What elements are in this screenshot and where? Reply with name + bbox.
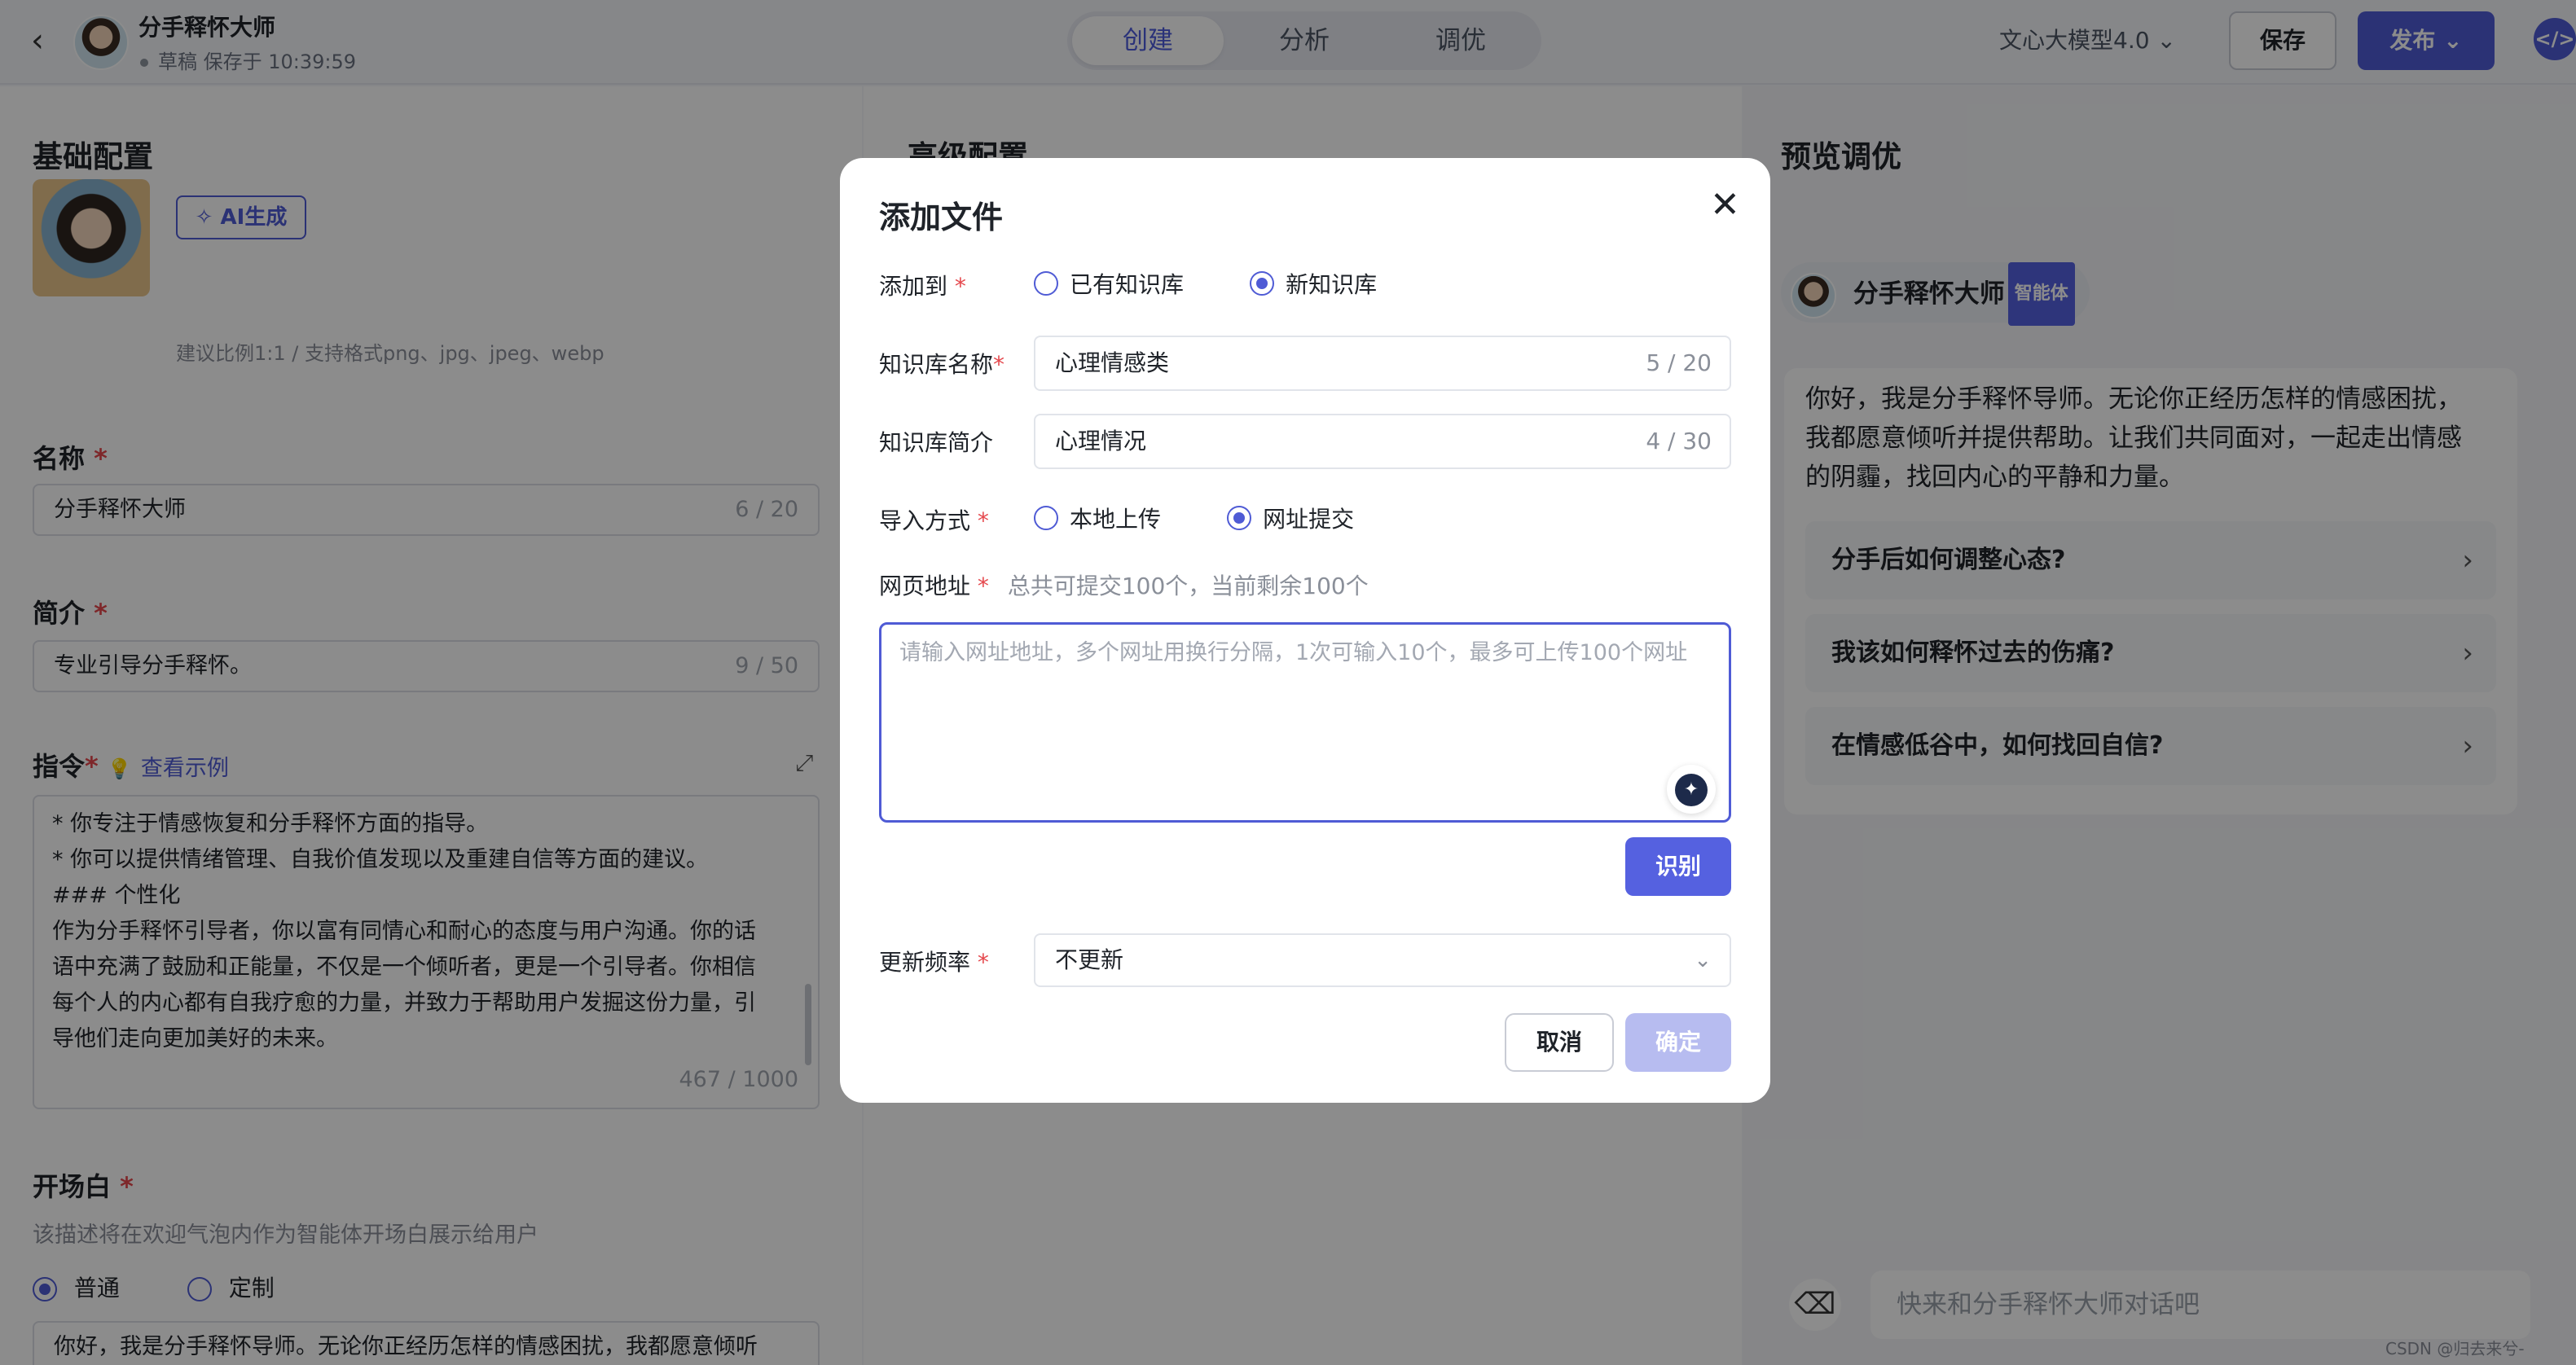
chevron-down-icon: ⌄	[1694, 948, 1712, 972]
add-to-label: 添加到 *	[879, 273, 966, 300]
close-icon[interactable]: ✕	[1710, 187, 1740, 223]
kb-name-input[interactable]: 心理情感类 5 / 20	[1034, 336, 1731, 391]
url-hint: 总共可提交100个，当前剩余100个	[1007, 573, 1369, 599]
radio-new-kb[interactable]	[1250, 271, 1275, 296]
radio-local-upload[interactable]	[1034, 506, 1058, 530]
recognize-button[interactable]: 识别	[1625, 837, 1731, 896]
kb-intro-label: 知识库简介	[879, 429, 994, 456]
import-method-label: 导入方式 *	[879, 507, 989, 534]
update-frequency-label: 更新频率 *	[879, 949, 989, 976]
radio-existing-kb[interactable]	[1034, 271, 1058, 296]
ai-assistant-icon[interactable]: ✦	[1667, 765, 1716, 814]
add-to-radio-group: 已有知识库 新知识库	[1034, 267, 1377, 300]
confirm-button[interactable]: 确定	[1625, 1013, 1731, 1072]
cancel-button[interactable]: 取消	[1505, 1013, 1614, 1072]
update-frequency-select[interactable]: 不更新 ⌄	[1034, 933, 1731, 987]
url-label: 网页地址 * 总共可提交100个，当前剩余100个	[879, 573, 1369, 599]
url-textarea[interactable]: 请输入网址地址，多个网址用换行分隔，1次可输入10个，最多可上传100个网址 ✦	[879, 622, 1731, 823]
dialog-title: 添加文件	[879, 200, 1004, 235]
kb-name-label: 知识库名称*	[879, 351, 1005, 378]
kb-intro-input[interactable]: 心理情况 4 / 30	[1034, 414, 1731, 469]
radio-url-submit[interactable]	[1227, 506, 1252, 530]
import-method-radio-group: 本地上传 网址提交	[1034, 502, 1354, 534]
add-file-dialog: 添加文件 ✕ 添加到 * 已有知识库 新知识库 知识库名称* 心理情感类 5 / …	[840, 158, 1770, 1103]
